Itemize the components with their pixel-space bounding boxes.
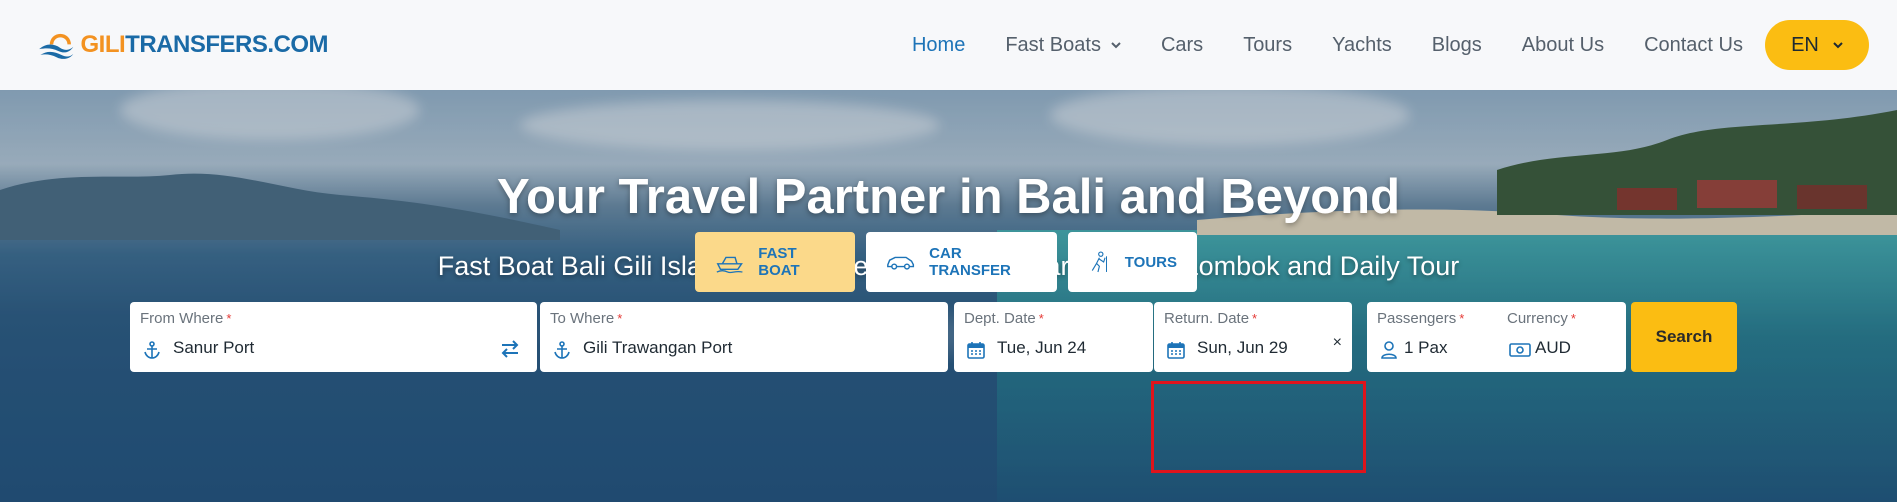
required-mark: * xyxy=(617,311,623,326)
currency-value: AUD xyxy=(1535,338,1571,357)
from-where-value: Sanur Port xyxy=(173,338,255,357)
currency-field[interactable]: Currency * AUD xyxy=(1497,302,1626,372)
nav-fast-boats[interactable]: Fast Boats xyxy=(1005,34,1121,57)
hiker-icon xyxy=(1091,251,1107,273)
car-icon xyxy=(887,256,915,270)
to-where-label: To Where xyxy=(550,310,615,327)
wave-sun-logo-icon xyxy=(39,33,74,59)
passengers-label: Passengers xyxy=(1377,310,1457,327)
chevron-down-icon xyxy=(1833,42,1843,49)
return-date-highlight-box xyxy=(1151,381,1366,473)
nav-blogs[interactable]: Blogs xyxy=(1432,34,1482,57)
dept-date-field[interactable]: Dept. Date * Tue, Jun 24 xyxy=(954,302,1153,372)
chevron-down-icon xyxy=(1111,42,1121,49)
calendar-icon xyxy=(967,342,985,359)
from-where-label: From Where xyxy=(140,310,224,327)
passengers-value: 1 Pax xyxy=(1404,338,1448,357)
currency-label: Currency xyxy=(1507,310,1568,327)
money-icon xyxy=(1509,343,1531,357)
passengers-currency-field: Passengers * 1 Pax Currency * AUD xyxy=(1367,302,1626,372)
booking-tabs: FAST BOAT CAR TRANSFER TOURS xyxy=(695,232,1208,292)
nav-contact-us[interactable]: Contact Us xyxy=(1644,34,1743,57)
clear-return-date-icon[interactable]: × xyxy=(1333,334,1342,352)
tab-car-transfer[interactable]: CAR TRANSFER xyxy=(866,232,1057,292)
logo-wordmark: GILITRANSFERS.COM xyxy=(80,31,328,58)
nav-cars[interactable]: Cars xyxy=(1161,34,1203,57)
user-icon xyxy=(1381,341,1397,359)
hero-banner: Your Travel Partner in Bali and Beyond F… xyxy=(0,90,1897,502)
nav-about-us[interactable]: About Us xyxy=(1522,34,1604,57)
hero-title: Your Travel Partner in Bali and Beyond xyxy=(496,170,1401,224)
boat-icon xyxy=(716,256,743,274)
nav-yachts[interactable]: Yachts xyxy=(1332,34,1392,57)
calendar-icon xyxy=(1167,342,1185,359)
site-logo[interactable]: GILITRANSFERS.COM xyxy=(38,18,328,72)
site-header: GILITRANSFERS.COM Home Fast Boats Cars T… xyxy=(0,0,1897,90)
tab-tours[interactable]: TOURS xyxy=(1068,232,1197,292)
language-selector[interactable]: EN xyxy=(1765,20,1869,70)
nav-tours[interactable]: Tours xyxy=(1243,34,1292,57)
anchor-icon xyxy=(144,341,160,359)
tab-fast-boat[interactable]: FAST BOAT xyxy=(695,232,855,292)
to-where-value: Gili Trawangan Port xyxy=(583,338,733,357)
return-date-value: Sun, Jun 29 xyxy=(1197,338,1288,357)
dept-date-value: Tue, Jun 24 xyxy=(997,338,1087,357)
required-mark: * xyxy=(1570,311,1576,326)
required-mark: * xyxy=(1459,311,1465,326)
hero-overlay xyxy=(0,90,1897,502)
dept-date-label: Dept. Date xyxy=(964,310,1036,327)
nav-home[interactable]: Home xyxy=(912,34,965,57)
required-mark: * xyxy=(226,311,232,326)
required-mark: * xyxy=(1038,311,1044,326)
to-where-field[interactable]: To Where * Gili Trawangan Port xyxy=(540,302,948,372)
from-where-field[interactable]: From Where * Sanur Port xyxy=(130,302,537,372)
anchor-icon xyxy=(554,341,570,359)
passengers-field[interactable]: Passengers * 1 Pax xyxy=(1367,302,1497,372)
required-mark: * xyxy=(1252,311,1258,326)
swap-icon[interactable] xyxy=(499,338,521,360)
main-nav: Home Fast Boats Cars Tours Yachts Blogs … xyxy=(892,0,1869,90)
return-date-label: Return. Date xyxy=(1164,310,1250,327)
return-date-field[interactable]: Return. Date * Sun, Jun 29 × xyxy=(1154,302,1352,372)
search-button[interactable]: Search xyxy=(1631,302,1737,372)
